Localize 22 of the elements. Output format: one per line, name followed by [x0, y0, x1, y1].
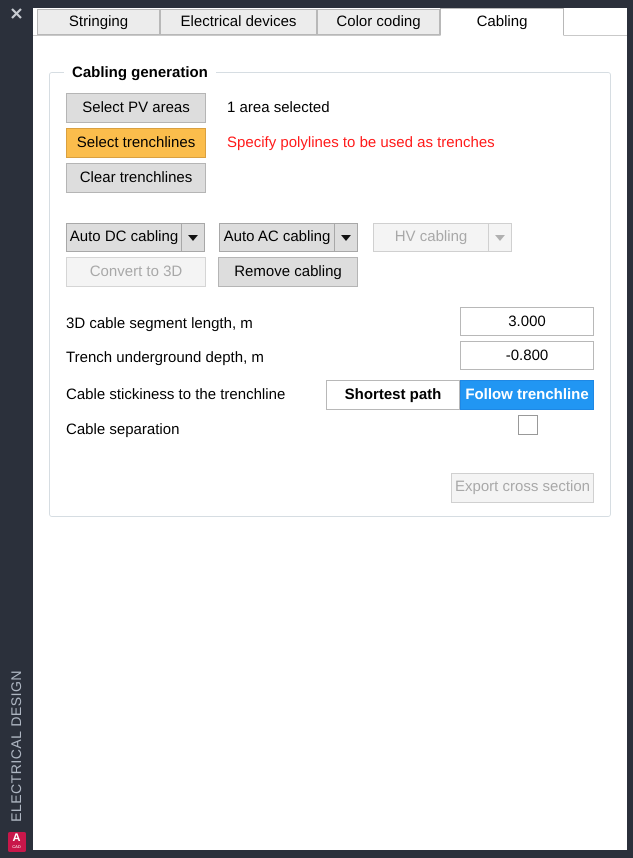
tab[interactable]: Color coding — [317, 9, 440, 35]
field-label: Trench underground depth, m — [66, 348, 264, 368]
input-field[interactable]: 3.000 — [460, 307, 594, 336]
input-field[interactable]: -0.800 — [460, 341, 594, 370]
split-button[interactable]: Auto DC cabling — [66, 223, 205, 252]
field-label: Cable stickiness to the trenchline — [66, 384, 286, 405]
action-button[interactable]: Remove cabling — [218, 257, 358, 287]
select-button[interactable]: Clear trenchlines — [66, 163, 206, 193]
select-button[interactable]: Select PV areas — [66, 93, 206, 123]
field-label: 3D cable segment length, m — [66, 314, 253, 334]
field-label: Cable separation — [66, 420, 180, 440]
select-button[interactable]: Select trenchlines — [66, 128, 206, 158]
split-button[interactable]: Auto AC cabling — [219, 223, 358, 252]
tab[interactable]: Cabling — [440, 8, 564, 36]
status-text: 1 area selected — [227, 98, 330, 118]
tab[interactable]: Electrical devices — [160, 9, 317, 35]
sidebar-title: ELECTRICAL DESIGN — [7, 670, 25, 822]
tab[interactable]: Stringing — [37, 9, 160, 35]
checkbox[interactable] — [518, 415, 538, 435]
close-icon[interactable] — [11, 8, 22, 19]
status-text: Specify polylines to be used as trenches — [227, 132, 495, 153]
segment-option[interactable]: Shortest path — [326, 380, 460, 410]
